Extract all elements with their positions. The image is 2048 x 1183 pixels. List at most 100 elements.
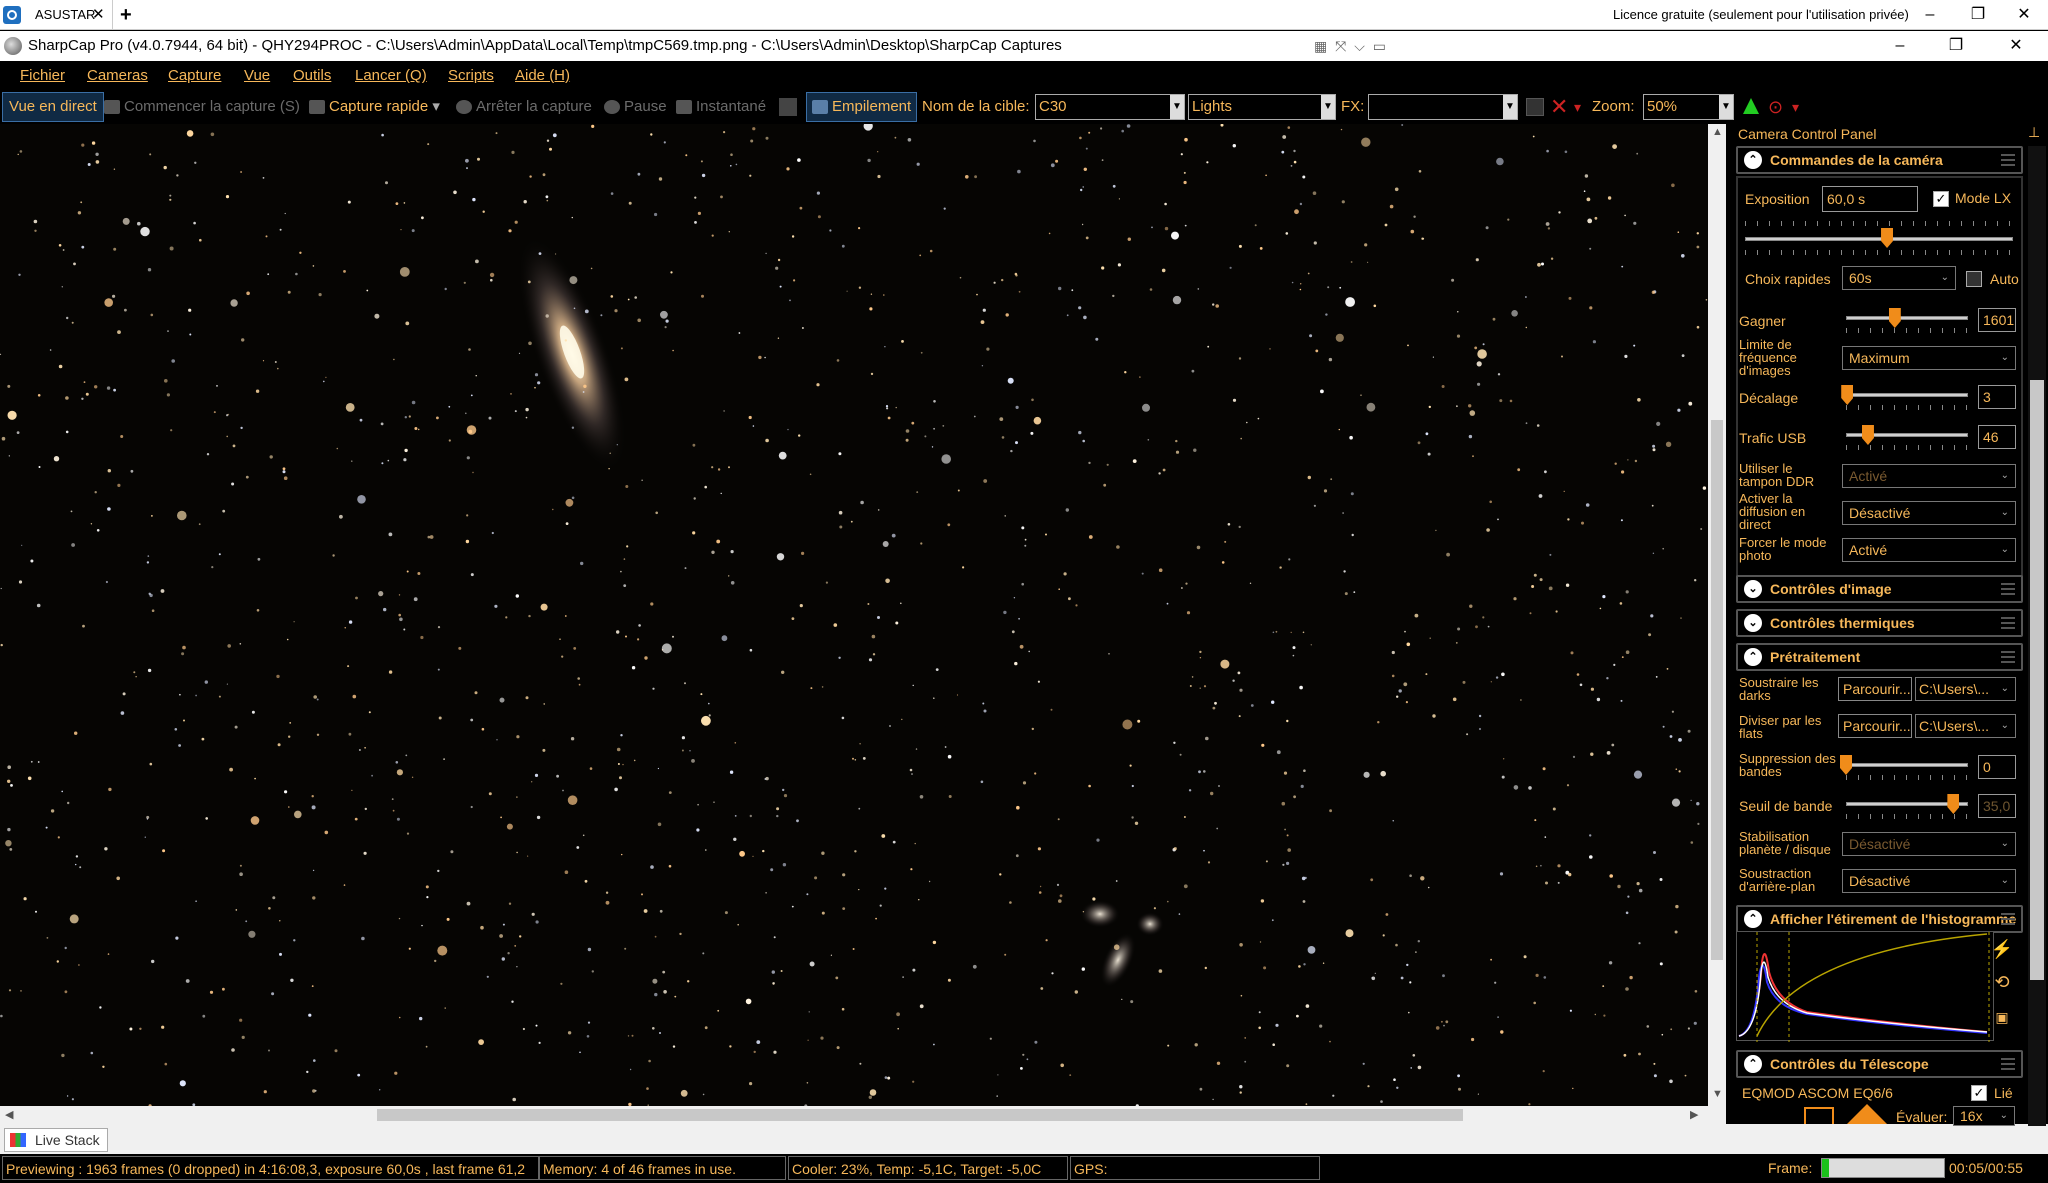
chevron-down-icon[interactable]: ⌄ [1744,580,1762,598]
start-capture-button[interactable]: Commencer la capture (S) [104,91,300,123]
display-icon[interactable] [779,98,797,116]
fx-select[interactable]: ▼ [1368,94,1518,120]
section-camera-controls[interactable]: ⌃ Commandes de la caméra [1736,146,2023,174]
band-threshold-value[interactable]: 35,0 [1978,794,2016,818]
menu-launch[interactable]: Lancer (Q) [355,61,427,91]
minimize-icon[interactable]: – [1910,0,1950,30]
crosshair-icon[interactable]: ✕ [1550,93,1568,121]
remote-toolbar-icons[interactable]: ▦ ⤧ ⌵ ▭ [1314,31,1388,61]
chevron-down-icon[interactable]: ▼ [1321,95,1335,119]
chevron-down-icon[interactable]: ▼ [1719,95,1733,119]
stacking-button[interactable]: Empilement [806,92,918,122]
app-close-icon[interactable]: ✕ [1996,31,2036,61]
exposure-slider[interactable] [1745,237,2013,241]
stabilization-select[interactable]: Désactivé ⌄ [1842,832,2016,856]
section-image-controls[interactable]: ⌄ Contrôles d'image [1736,575,2023,603]
alert-icon[interactable]: ⊙ [1768,93,1783,121]
zoom-select[interactable]: 50% ▼ [1643,94,1734,120]
crosshair-menu-icon[interactable]: ▾ [1574,93,1581,121]
scroll-left-icon[interactable]: ◀ [5,1108,13,1121]
menu-icon[interactable] [2001,651,2015,663]
frame-type-select[interactable]: Lights ▼ [1188,94,1336,120]
maximize-icon[interactable]: ❐ [1958,0,1998,30]
usb-traffic-value[interactable]: 46 [1978,425,2016,449]
scroll-up-icon[interactable]: ▲ [1712,126,1723,138]
star [693,497,696,500]
ddr-buffer-select[interactable]: Activé ⌄ [1842,464,2016,488]
mount-north-arrow-icon[interactable] [1847,1104,1887,1124]
live-view-button[interactable]: Vue en direct [2,92,104,122]
quick-capture-button[interactable]: Capture rapide ▾ [309,91,440,123]
offset-slider[interactable] [1846,393,1968,397]
snapshot-button[interactable]: Instantané [676,91,766,123]
pause-button[interactable]: Pause [604,91,667,123]
chevron-down-icon[interactable]: ▼ [1503,95,1517,119]
section-histogram[interactable]: ⌃ Afficher l'étirement de l'histogramme [1736,905,2023,933]
background-subtraction-select[interactable]: Désactivé ⌄ [1842,869,2016,893]
chevron-down-icon[interactable]: ⌄ [1744,614,1762,632]
section-telescope[interactable]: ⌃ Contrôles du Télescope [1736,1050,2023,1078]
menu-file[interactable]: Fichier [20,61,65,91]
offset-value[interactable]: 3 [1978,385,2016,409]
menu-view[interactable]: Vue [244,61,270,91]
menu-icon[interactable] [2001,617,2015,629]
flats-path-select[interactable]: C:\Users\... ⌄ [1915,714,2016,738]
chevron-down-icon[interactable]: ▼ [1170,95,1184,119]
menu-capture[interactable]: Capture [168,61,221,91]
banding-slider[interactable] [1846,763,1968,767]
close-icon[interactable]: ✕ [2004,0,2044,30]
frame-rate-select[interactable]: Maximum ⌄ [1842,346,2016,370]
app-minimize-icon[interactable]: – [1880,31,1920,61]
mode-lx-checkbox[interactable]: ✓ [1933,191,1949,207]
section-thermal-controls[interactable]: ⌄ Contrôles thermiques [1736,609,2023,637]
pin-icon[interactable]: ⊥ [2028,124,2040,144]
menu-icon[interactable] [2001,913,2015,925]
exposure-input[interactable]: 60,0 s [1822,186,1918,212]
star [1592,340,1596,344]
browse-flats-button[interactable]: Parcourir... [1838,714,1912,738]
save-stretch-icon[interactable]: ▣ [1990,1005,2014,1029]
close-tab-icon[interactable]: ✕ [92,0,105,30]
banding-value[interactable]: 0 [1978,755,2016,779]
mount-stop-button[interactable] [1804,1107,1834,1124]
stop-capture-button[interactable]: Arrêter la capture [456,91,592,123]
rate-select[interactable]: 16x ⌄ [1953,1106,2015,1126]
chevron-up-icon[interactable]: ⌃ [1744,648,1762,666]
menu-scripts[interactable]: Scripts [448,61,494,91]
gain-value[interactable]: 1601 [1978,308,2016,332]
histogram-icon[interactable] [1743,98,1759,114]
menu-tools[interactable]: Outils [293,61,331,91]
menu-icon[interactable] [2001,1058,2015,1070]
auto-checkbox[interactable] [1966,271,1982,287]
alert-menu-icon[interactable]: ▾ [1792,93,1799,121]
quick-choices-select[interactable]: 60s ⌄ [1842,266,1956,290]
horizontal-scroll-thumb[interactable] [377,1109,1463,1121]
menu-icon[interactable] [2001,154,2015,166]
chevron-up-icon[interactable]: ⌃ [1744,910,1762,928]
panel-scroll-thumb[interactable] [2030,380,2044,980]
target-name-input[interactable]: C30 ▼ [1035,94,1185,120]
menu-help[interactable]: Aide (H) [515,61,570,91]
live-stream-select[interactable]: Désactivé ⌄ [1842,501,2016,525]
browse-darks-button[interactable]: Parcourir... [1838,677,1912,701]
chevron-up-icon[interactable]: ⌃ [1744,151,1762,169]
gain-slider[interactable] [1846,316,1968,320]
new-tab-button[interactable]: + [120,0,132,30]
chevron-up-icon[interactable]: ⌃ [1744,1055,1762,1073]
scroll-right-icon[interactable]: ▶ [1690,1108,1698,1121]
image-viewport[interactable] [0,124,1708,1106]
section-preprocessing[interactable]: ⌃ Prétraitement [1736,643,2023,671]
auto-stretch-icon[interactable]: ⚡ [1990,937,2014,961]
menu-icon[interactable] [2001,583,2015,595]
histogram-display[interactable] [1736,931,1994,1042]
reset-stretch-icon[interactable]: ⟲ [1990,970,2014,994]
menu-cameras[interactable]: Cameras [87,61,148,91]
star [512,1097,516,1102]
vertical-scroll-thumb[interactable] [1711,420,1723,960]
linked-checkbox[interactable]: ✓ [1971,1085,1987,1101]
fx-settings-icon[interactable] [1526,98,1544,116]
photo-mode-select[interactable]: Activé ⌄ [1842,538,2016,562]
app-maximize-icon[interactable]: ❐ [1936,31,1976,61]
scroll-down-icon[interactable]: ▼ [1712,1088,1723,1100]
darks-path-select[interactable]: C:\Users\... ⌄ [1915,677,2016,701]
